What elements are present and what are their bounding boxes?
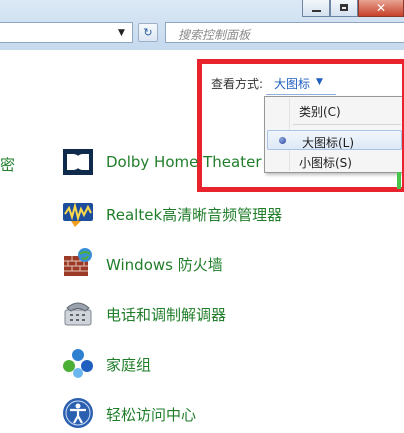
address-bar[interactable] bbox=[0, 22, 133, 43]
ease-of-access-icon bbox=[61, 396, 95, 430]
refresh-icon: ↻ bbox=[143, 26, 153, 39]
phone-modem-icon bbox=[61, 296, 95, 330]
list-item-homegroup[interactable]: 家庭组 bbox=[0, 346, 404, 382]
close-button[interactable]: ✕ bbox=[358, 0, 404, 17]
firewall-icon bbox=[61, 246, 95, 280]
dolby-icon bbox=[61, 145, 95, 179]
list-item-dolby[interactable]: Dolby Home Theater bbox=[0, 145, 404, 181]
close-icon: ✕ bbox=[375, 1, 387, 15]
address-dropdown-icon[interactable]: ▼ bbox=[118, 28, 125, 38]
list-item-phone-modem[interactable]: 电话和调制解调器 bbox=[0, 296, 404, 332]
refresh-button[interactable]: ↻ bbox=[138, 23, 158, 42]
realtek-audio-icon bbox=[61, 196, 95, 230]
maximize-button[interactable] bbox=[330, 0, 358, 17]
search-placeholder: 搜索控制面板 bbox=[178, 28, 251, 42]
maximize-icon bbox=[340, 4, 348, 11]
list-item-realtek[interactable]: Realtek高清晰音频管理器 bbox=[0, 196, 404, 232]
list-item-firewall[interactable]: Windows 防火墙 bbox=[0, 246, 404, 282]
minimize-icon bbox=[312, 10, 321, 12]
homegroup-icon bbox=[61, 346, 95, 380]
minimize-button[interactable] bbox=[302, 0, 330, 17]
window-controls: ✕ bbox=[302, 0, 404, 18]
search-input[interactable]: 搜索控制面板 bbox=[165, 22, 404, 43]
